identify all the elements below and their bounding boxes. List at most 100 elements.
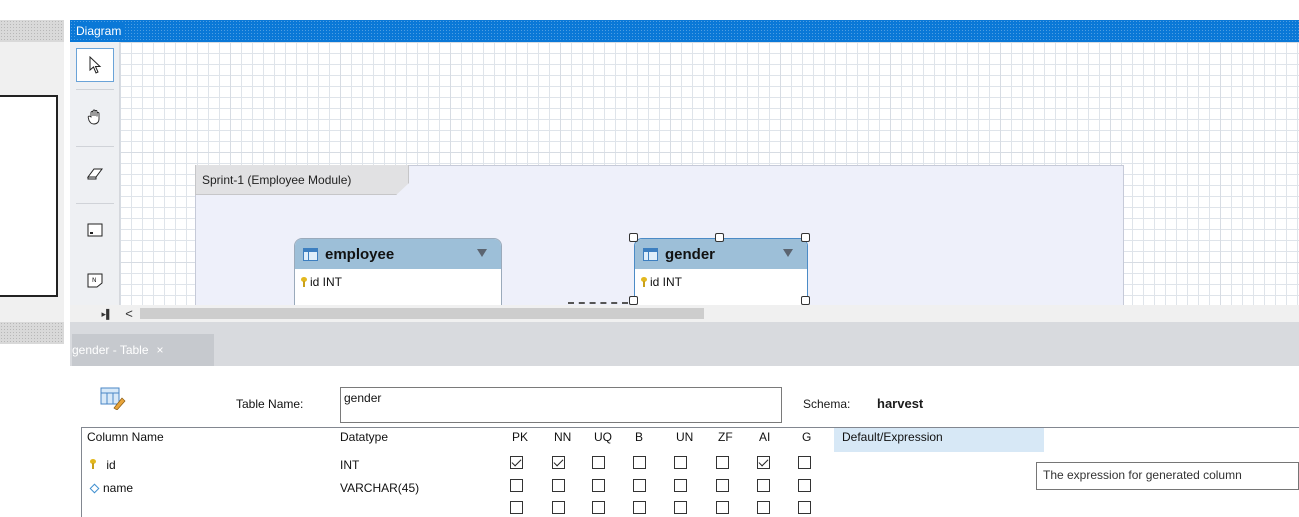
note-icon: N — [87, 273, 103, 287]
resize-handle[interactable] — [801, 233, 810, 242]
checkbox-nn[interactable] — [552, 479, 565, 492]
checkbox-pk[interactable] — [510, 479, 523, 492]
resize-handle[interactable] — [629, 296, 638, 305]
key-icon — [641, 277, 647, 287]
table-gender-header: gender — [635, 239, 807, 269]
checkbox-uq[interactable] — [592, 501, 605, 514]
toolbar-separator — [76, 146, 114, 147]
left-lower-area — [0, 344, 70, 517]
header-default-expression[interactable]: Default/Expression — [842, 430, 943, 444]
checkbox-ai[interactable] — [757, 456, 770, 469]
diagram-title: Diagram — [76, 24, 126, 38]
table-gender[interactable]: gender id INT — [634, 238, 808, 305]
eraser-icon — [87, 168, 103, 180]
datatype-cell[interactable]: INT — [340, 458, 359, 472]
checkbox-uq[interactable] — [592, 456, 605, 469]
scroll-thumb[interactable] — [140, 308, 704, 319]
hand-icon — [87, 109, 100, 125]
checkbox-g[interactable] — [798, 479, 811, 492]
header-uq[interactable]: UQ — [594, 430, 612, 444]
header-b[interactable]: B — [635, 430, 643, 444]
header-datatype[interactable]: Datatype — [340, 430, 388, 444]
eraser-tool-button[interactable] — [76, 157, 114, 191]
table-employee[interactable]: employee id INT — [294, 238, 502, 305]
schema-value: harvest — [877, 396, 924, 411]
hand-tool-button[interactable] — [76, 100, 114, 134]
tab-label: gender - Table — [72, 343, 149, 357]
column-label: id INT — [310, 275, 343, 289]
editor-tabbar: gender - Table × — [70, 322, 1299, 366]
checkbox-uq[interactable] — [592, 479, 605, 492]
checkbox-un[interactable] — [674, 456, 687, 469]
tab-gender-table[interactable]: gender - Table × — [72, 334, 214, 366]
table-gender-name: gender — [665, 245, 716, 263]
diagram-hscrollbar[interactable]: ▸▌ < — [70, 305, 1299, 322]
checkbox-b[interactable] — [633, 456, 646, 469]
table-employee-column: id INT — [301, 275, 342, 289]
diagram-toolbar: N — [70, 42, 120, 305]
checkbox-ai[interactable] — [757, 479, 770, 492]
table-icon — [643, 247, 658, 261]
checkbox-pk[interactable] — [510, 456, 523, 469]
table-editor: Table Name: gender Schema: harvest Colum… — [70, 366, 1299, 517]
left-top-gap — [0, 0, 70, 20]
table-gender-column: id INT — [641, 275, 682, 289]
checkbox-g[interactable] — [798, 456, 811, 469]
schema-label: Schema: — [803, 397, 851, 411]
close-icon[interactable]: × — [157, 343, 164, 357]
checkbox-nn[interactable] — [552, 456, 565, 469]
header-column-name[interactable]: Column Name — [87, 430, 164, 444]
checkbox-zf[interactable] — [716, 501, 729, 514]
scroll-left-button[interactable]: < — [121, 305, 137, 322]
header-g[interactable]: G — [802, 430, 811, 444]
left-panel-preview — [0, 95, 58, 297]
datatype-cell[interactable]: VARCHAR(45) — [340, 481, 419, 495]
header-zf[interactable]: ZF — [718, 430, 733, 444]
checkbox-nn[interactable] — [552, 501, 565, 514]
layer-label: Sprint-1 (Employee Module) — [202, 173, 352, 187]
table-name-input[interactable]: gender — [340, 387, 782, 423]
resize-handle[interactable] — [629, 233, 638, 242]
table-icon — [303, 247, 318, 261]
checkbox-b[interactable] — [633, 479, 646, 492]
navigator-toggle-icon[interactable]: ▸▌ — [98, 307, 116, 321]
checkbox-g[interactable] — [798, 501, 811, 514]
checkbox-pk[interactable] — [510, 501, 523, 514]
checkbox-zf[interactable] — [716, 456, 729, 469]
table-row[interactable]: id — [90, 458, 116, 472]
key-icon — [301, 277, 307, 287]
header-ai[interactable]: AI — [759, 430, 770, 444]
header-pk[interactable]: PK — [512, 430, 528, 444]
resize-handle[interactable] — [715, 233, 724, 242]
resize-handle[interactable] — [801, 296, 810, 305]
tooltip: The expression for generated column — [1036, 462, 1299, 490]
diagram-header: Diagram — [70, 20, 1299, 42]
collapse-arrow-icon[interactable] — [783, 249, 793, 257]
table-employee-name: employee — [325, 245, 395, 263]
checkbox-b[interactable] — [633, 501, 646, 514]
layer-tool-button[interactable] — [76, 213, 114, 247]
column-label: id INT — [650, 275, 683, 289]
left-panel-footer — [0, 322, 64, 344]
key-icon — [90, 459, 96, 469]
checkbox-zf[interactable] — [716, 479, 729, 492]
column-name-cell: name — [103, 481, 134, 495]
checkbox-un[interactable] — [674, 479, 687, 492]
table-edit-icon — [100, 387, 126, 410]
pointer-icon — [89, 56, 102, 74]
collapse-arrow-icon[interactable] — [477, 249, 487, 257]
checkbox-ai[interactable] — [757, 501, 770, 514]
pointer-tool-button[interactable] — [76, 48, 114, 82]
svg-text:N: N — [92, 277, 97, 284]
table-row[interactable]: name — [89, 481, 133, 495]
checkbox-un[interactable] — [674, 501, 687, 514]
relationship-line[interactable] — [568, 302, 628, 304]
header-un[interactable]: UN — [676, 430, 693, 444]
toolbar-separator — [76, 203, 114, 204]
layer-icon — [87, 223, 103, 237]
note-tool-button[interactable]: N — [76, 263, 114, 297]
header-nn[interactable]: NN — [554, 430, 571, 444]
diagram-canvas[interactable]: Sprint-1 (Employee Module) employee id I… — [120, 42, 1299, 305]
table-name-label: Table Name: — [236, 397, 304, 411]
column-name-cell: id — [106, 458, 116, 472]
